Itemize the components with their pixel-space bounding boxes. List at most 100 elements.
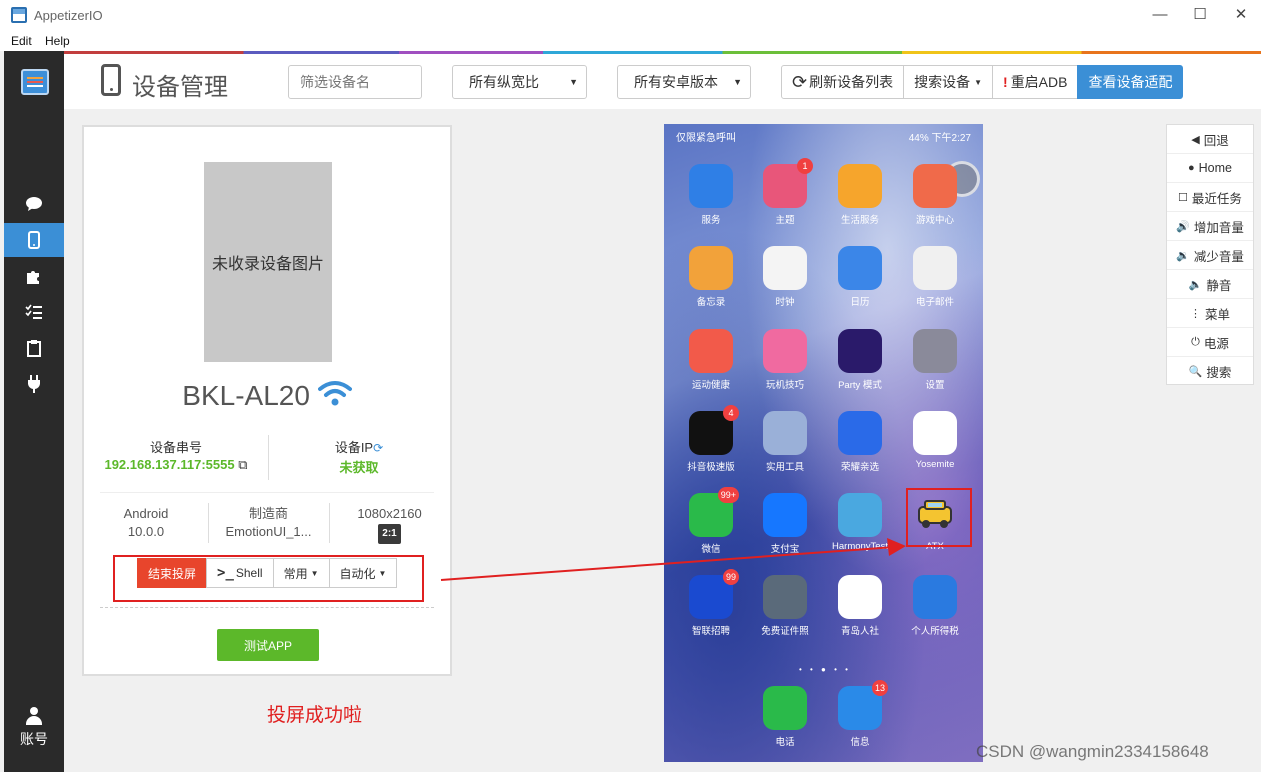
phone-app-20[interactable]: 99 智联招聘	[681, 569, 741, 637]
user-icon	[26, 707, 42, 725]
annotation-box-actions	[113, 555, 424, 602]
app-icon	[763, 686, 807, 730]
menu-help[interactable]: Help	[45, 34, 70, 48]
app-icon	[763, 493, 807, 537]
app-label: 电子邮件	[915, 297, 954, 308]
sidebar-item-tasks[interactable]	[4, 295, 64, 329]
app-icon: 1	[763, 158, 813, 208]
sidebar-item-plugins[interactable]	[4, 259, 64, 293]
phone-app-3[interactable]: 游戏中心	[905, 164, 965, 226]
app-icon	[913, 411, 957, 455]
sidebar-item-plug[interactable]	[4, 367, 64, 401]
notification-badge: 13	[871, 680, 888, 696]
phone-app-15[interactable]: Yosemite	[905, 411, 965, 470]
app-icon	[838, 411, 882, 455]
refresh-devices-button[interactable]: ⟳ 刷新设备列表	[781, 65, 905, 99]
phone-app-13[interactable]: 实用工具	[755, 411, 815, 473]
app-icon	[913, 575, 957, 619]
device-filter-input[interactable]	[288, 65, 422, 99]
search-icon: 🔍	[1188, 366, 1203, 378]
refresh-icon: ⟳	[792, 71, 808, 92]
app-label: 个人所得税	[911, 626, 959, 637]
phone-app-14[interactable]: 荣耀亲选	[830, 411, 890, 473]
device-control-panel: ◀ 回退 ● Home ☐ 最近任务 🔊 增加音量 🔉 减少音量 🔈 静音 ⋮ 菜单 ⏻ 电源 🔍 搜索	[1166, 124, 1254, 385]
phone-screen-mirror[interactable]: 仅限紧急呼叫 44% 下午2:27 服务 1 主题 生活服务 游戏中心备忘录 时钟 日历 电子…	[664, 124, 983, 762]
phone-app-11[interactable]: 设置	[905, 329, 965, 391]
sidebar-item-chat[interactable]	[4, 187, 64, 221]
phone-app-8[interactable]: 运动健康	[681, 329, 741, 391]
search-devices-label: 搜索设备	[914, 74, 971, 90]
menu-bar: Edit Help	[0, 31, 1261, 51]
refresh-devices-label: 刷新设备列表	[809, 74, 894, 90]
app-icon	[763, 575, 807, 619]
phone-status-bar: 仅限紧急呼叫 44% 下午2:27	[664, 124, 983, 146]
phone-app-7[interactable]: 电子邮件	[905, 246, 965, 308]
phone-app-12[interactable]: 4 抖音极速版	[681, 405, 741, 473]
sidebar-item-clipboard[interactable]	[4, 331, 64, 365]
spec-resolution: 1080x2160 2:1	[329, 505, 450, 544]
nav-volume-down-button[interactable]: 🔉 减少音量	[1167, 241, 1253, 270]
notification-badge: 4	[723, 405, 739, 421]
nav-recent-tasks-button[interactable]: ☐ 最近任务	[1167, 183, 1253, 212]
android-version-select[interactable]: 所有安卓版本 ▼	[617, 65, 751, 99]
phone-app-23[interactable]: 个人所得税	[905, 575, 965, 637]
phone-app-4[interactable]: 备忘录	[681, 246, 741, 308]
nav-volume-up-button[interactable]: 🔊 增加音量	[1167, 212, 1253, 241]
phone-app-5[interactable]: 时钟	[755, 246, 815, 308]
phone-app-dock-0[interactable]: 电话	[755, 686, 815, 748]
refresh-ip-icon[interactable]: ⟳	[373, 441, 383, 455]
page-indicator: • • ● • •	[799, 665, 851, 674]
notification-badge: 99+	[717, 487, 739, 503]
phone-app-17[interactable]: 支付宝	[755, 493, 815, 555]
test-app-button[interactable]: 测试APP	[217, 629, 319, 661]
menu-edit[interactable]: Edit	[11, 34, 32, 48]
sidebar-account[interactable]: 账号	[4, 707, 64, 749]
nav-power-button[interactable]: ⏻ 电源	[1167, 328, 1253, 357]
phone-app-22[interactable]: 青岛人社	[830, 575, 890, 637]
search-devices-button[interactable]: 搜索设备 ▼	[903, 65, 994, 99]
phone-app-21[interactable]: 免费证件照	[755, 575, 815, 637]
aspect-ratio-select[interactable]: 所有纵宽比 ▼	[452, 65, 587, 99]
nav-search-button[interactable]: 🔍 搜索	[1167, 357, 1253, 386]
restart-adb-button[interactable]: ! 重启ADB	[992, 65, 1079, 99]
phone-app-16[interactable]: 99+ 微信	[681, 487, 741, 555]
app-icon: 13	[838, 680, 888, 730]
close-button[interactable]: ✕	[1221, 4, 1261, 26]
app-label: 时钟	[775, 297, 795, 308]
nav-menu-button[interactable]: ⋮ 菜单	[1167, 299, 1253, 328]
copy-icon[interactable]: ⧉	[238, 457, 247, 472]
toolbar-button-group: ⟳ 刷新设备列表 搜索设备 ▼ ! 重启ADB 查看设备适配	[781, 65, 1184, 99]
phone-app-6[interactable]: 日历	[830, 246, 890, 308]
nav-mute-button[interactable]: 🔈 静音	[1167, 270, 1253, 299]
plug-icon	[28, 375, 40, 393]
menu-icon: ⋮	[1189, 307, 1201, 320]
app-icon	[838, 246, 882, 290]
app-icon: 4	[689, 405, 739, 455]
nav-home-button[interactable]: ● Home	[1167, 154, 1253, 183]
app-icon	[689, 246, 733, 290]
phone-app-2[interactable]: 生活服务	[830, 164, 890, 226]
sidebar-logo-icon[interactable]	[21, 69, 49, 95]
sidebar-item-devices[interactable]	[4, 223, 64, 257]
app-icon	[838, 575, 882, 619]
phone-app-1[interactable]: 1 主题	[755, 158, 815, 226]
phone-app-9[interactable]: 玩机技巧	[755, 329, 815, 391]
phone-app-18[interactable]: HarmonyTest	[830, 493, 890, 552]
phone-app-10[interactable]: Party 模式	[830, 329, 890, 391]
android-version-select-value: 所有安卓版本	[634, 74, 718, 90]
toolbar: 设备管理 所有纵宽比 ▼ 所有安卓版本 ▼ ⟳ 刷新设备列表 搜索设备 ▼ ! …	[64, 54, 1261, 109]
maximize-button[interactable]: ☐	[1180, 4, 1220, 26]
phone-app-dock-1[interactable]: 13 信息	[830, 680, 890, 748]
view-compatibility-button[interactable]: 查看设备适配	[1077, 65, 1184, 99]
app-label: 生活服务	[840, 215, 879, 226]
minimize-button[interactable]: —	[1140, 4, 1180, 26]
volume-up-icon: 🔊	[1176, 220, 1190, 233]
device-model: BKL-AL20	[84, 379, 450, 412]
dashed-divider	[100, 607, 434, 608]
watermark-text: CSDN @wangmin2334158648	[976, 742, 1209, 761]
phone-app-0[interactable]: 服务	[681, 164, 741, 226]
nav-label: 搜索	[1206, 366, 1232, 380]
nav-back-button[interactable]: ◀ 回退	[1167, 125, 1253, 154]
serial-value[interactable]: 192.168.137.117:5555 ⧉	[84, 457, 268, 473]
sidebar: 账号	[4, 51, 64, 772]
